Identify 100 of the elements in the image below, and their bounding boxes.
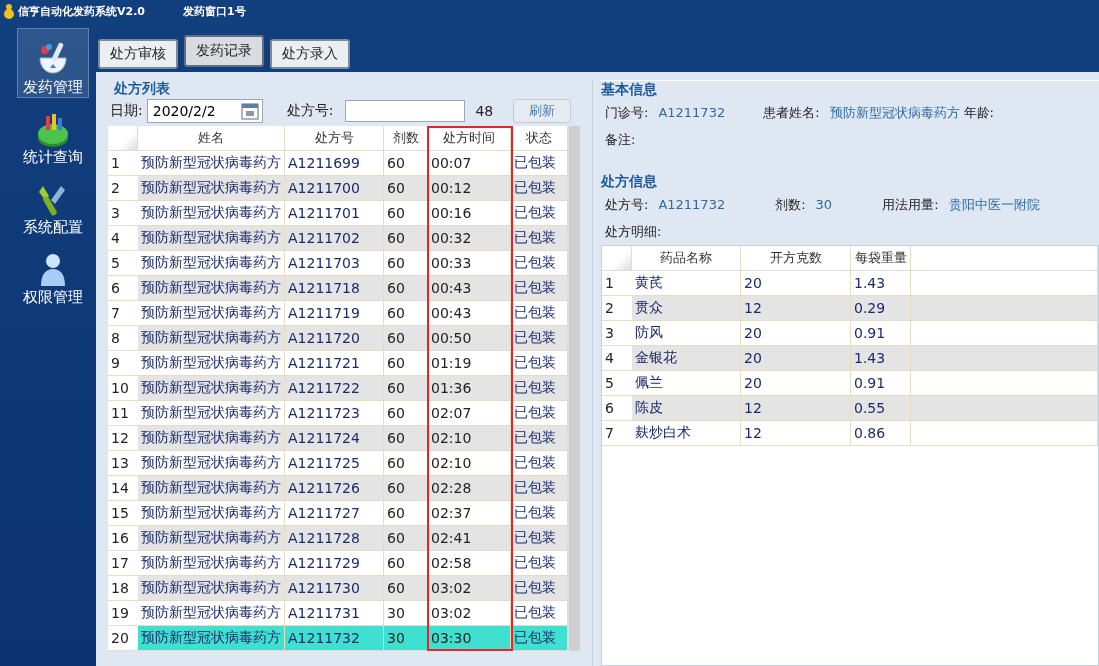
rx-number-field[interactable] [345, 100, 466, 122]
table-cell: 预防新型冠状病毒药方 [138, 476, 285, 501]
field-value: 贵阳中医一附院 [948, 195, 1040, 214]
table-cell: 02:07 [428, 401, 511, 426]
table-cell: 0.91 [851, 371, 911, 396]
table-cell: A1211721 [285, 351, 384, 376]
table-cell: 01:36 [428, 376, 511, 401]
table-cell: 贯众 [632, 296, 741, 321]
table-cell: 1.43 [851, 271, 911, 296]
column-header[interactable]: 处方时间 [428, 126, 511, 151]
field-label: 处方号: [605, 195, 649, 214]
table-cell: 12 [741, 296, 851, 321]
column-header[interactable]: 状态 [511, 126, 568, 151]
table-cell: 已包装 [511, 476, 568, 501]
table-cell: 01:19 [428, 351, 511, 376]
table-cell: A1211728 [285, 526, 384, 551]
app-title: 信亨自动化发药系统V2.0 [18, 3, 145, 19]
table-cell: A1211726 [285, 476, 384, 501]
table-cell: 00:50 [428, 326, 511, 351]
table-cell: 03:02 [428, 601, 511, 626]
table-cell: 已包装 [511, 501, 568, 526]
table-cell: 陈皮 [632, 396, 741, 421]
table-cell: 60 [384, 226, 428, 251]
table-cell: 0.86 [851, 421, 911, 446]
field-value: 30 [815, 197, 833, 212]
nav-item[interactable]: 系统配置 [17, 168, 89, 238]
table-cell: 预防新型冠状病毒药方 [138, 526, 285, 551]
table-cell: 20 [741, 271, 851, 296]
table-cell: 金银花 [632, 346, 741, 371]
table-cell: 预防新型冠状病毒药方 [138, 576, 285, 601]
table-cell: 预防新型冠状病毒药方 [138, 326, 285, 351]
tab[interactable]: 处方审核 [98, 39, 178, 69]
refresh-button[interactable]: 刷新 [513, 99, 572, 123]
table-cell: 已包装 [511, 376, 568, 401]
rx-number-label: 处方号: [286, 102, 334, 120]
field-value: A1211732 [658, 105, 726, 120]
nav-item[interactable]: 统计查询 [17, 98, 89, 168]
section-title: 基本信息 [601, 81, 658, 99]
table-cell: 00:43 [428, 301, 511, 326]
table-cell: A1211724 [285, 426, 384, 451]
table-cell: 12 [741, 421, 851, 446]
table-cell: 20 [741, 371, 851, 396]
date-field[interactable]: 2020/2/2 [146, 99, 263, 123]
table-cell: A1211731 [285, 601, 384, 626]
table-cell: 防风 [632, 321, 741, 346]
column-header[interactable]: 开方克数 [741, 246, 851, 271]
gourd-icon [4, 3, 14, 19]
table-cell: A1211730 [285, 576, 384, 601]
table-cell: 0.91 [851, 321, 911, 346]
table-cell: 预防新型冠状病毒药方 [138, 401, 285, 426]
table-cell: 已包装 [511, 151, 568, 176]
table-cell: 02:41 [428, 526, 511, 551]
field-value: A1211732 [658, 197, 726, 212]
header-corner [602, 246, 632, 271]
table-cell: A1211701 [285, 201, 384, 226]
table-cell: A1211722 [285, 376, 384, 401]
nav-item[interactable]: 发药管理 [17, 28, 89, 98]
table-cell: 60 [384, 576, 428, 601]
field-label: 处方明细: [605, 222, 662, 241]
section-title: 处方列表 [113, 80, 171, 98]
table-cell: 60 [384, 376, 428, 401]
scrollbar[interactable] [568, 126, 580, 651]
table-cell: 黄芪 [632, 271, 741, 296]
column-header[interactable]: 处方号 [285, 126, 384, 151]
tab[interactable]: 发药记录 [184, 35, 264, 67]
column-header[interactable]: 药品名称 [632, 246, 741, 271]
table-cell: 0.29 [851, 296, 911, 321]
table-cell: 60 [384, 176, 428, 201]
table-cell: A1211725 [285, 451, 384, 476]
table-cell: 03:02 [428, 576, 511, 601]
table-cell: 12 [741, 396, 851, 421]
table-cell: 60 [384, 526, 428, 551]
table-cell: 已包装 [511, 276, 568, 301]
table-cell: 预防新型冠状病毒药方 [138, 626, 285, 651]
field-value: 预防新型冠状病毒药方 [829, 103, 960, 122]
table-cell: 已包装 [511, 626, 568, 651]
table-cell: 30 [384, 626, 428, 651]
table-cell: 预防新型冠状病毒药方 [138, 226, 285, 251]
column-header[interactable]: 每袋重量 [851, 246, 911, 271]
table-cell: 预防新型冠状病毒药方 [138, 176, 285, 201]
table-cell: 0.55 [851, 396, 911, 421]
table-cell: A1211703 [285, 251, 384, 276]
user-icon [38, 252, 68, 288]
column-header[interactable]: 姓名 [138, 126, 285, 151]
field-label: 门诊号: [605, 103, 649, 122]
tab[interactable]: 处方录入 [270, 39, 350, 69]
calendar-icon[interactable] [240, 102, 259, 120]
table-cell: A1211700 [285, 176, 384, 201]
table-cell: A1211723 [285, 401, 384, 426]
table-cell: 02:28 [428, 476, 511, 501]
field-label: 剂数: [775, 195, 806, 214]
table-cell: A1211702 [285, 226, 384, 251]
field-label: 备注: [605, 130, 636, 149]
table-cell: 预防新型冠状病毒药方 [138, 251, 285, 276]
header-corner [108, 126, 138, 151]
table-cell: 已包装 [511, 201, 568, 226]
field-label: 年龄: [963, 103, 994, 122]
table-cell: 02:10 [428, 426, 511, 451]
nav-item[interactable]: 权限管理 [17, 238, 89, 308]
table-cell: 预防新型冠状病毒药方 [138, 426, 285, 451]
